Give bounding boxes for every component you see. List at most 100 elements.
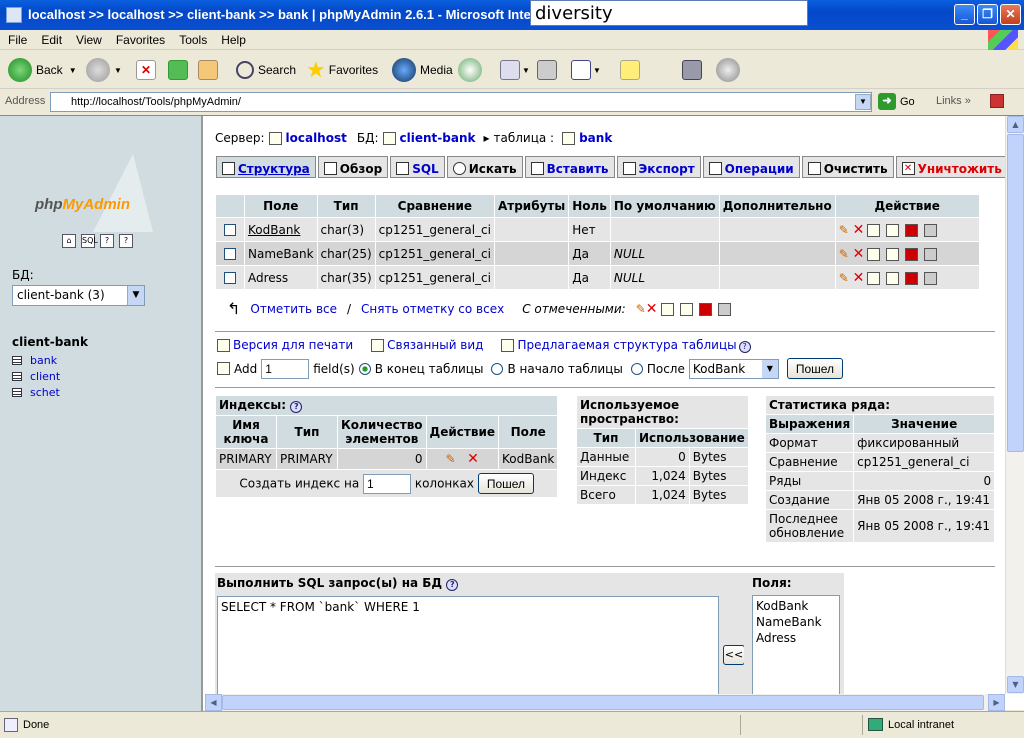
menu-edit[interactable]: Edit [33,30,68,47]
delete-icon[interactable]: ✕ [853,222,865,238]
scroll-thumb[interactable] [1007,134,1024,452]
menu-tools[interactable]: Tools [171,30,213,47]
tab-empty[interactable]: Очистить [801,156,894,178]
index-icon[interactable] [679,302,693,316]
unique-icon[interactable] [698,302,712,316]
close-button[interactable]: ✕ [1000,4,1021,25]
help-icon[interactable]: ? [446,579,459,591]
tab-insert[interactable]: Вставить [524,156,615,178]
tab-export[interactable]: Экспорт [616,156,701,178]
docs-icon[interactable]: ? [119,234,133,248]
media-button[interactable]: Media [392,57,453,83]
check-all-link[interactable]: Отметить все [250,302,337,316]
scroll-left-icon[interactable]: ◀ [205,694,222,711]
fields-list[interactable]: KodBank NameBank Adress [752,595,840,694]
delete-icon[interactable]: ✕ [646,301,658,317]
scroll-up-icon[interactable]: ▲ [1007,116,1024,133]
begin-of-table-radio[interactable] [491,362,504,375]
tab-browse[interactable]: Обзор [317,156,389,178]
index-icon[interactable] [886,247,900,261]
add-field-go-button[interactable]: Пошел [786,358,844,379]
table-item-schet[interactable]: schet [12,384,60,400]
unique-icon[interactable] [905,247,919,261]
maximize-button[interactable]: ❐ [977,4,998,25]
tab-drop[interactable]: ✕ Уничтожить [895,156,1005,178]
help-icon[interactable]: ? [290,401,303,413]
print-view-link[interactable]: Версия для печати [217,338,353,353]
index-icon[interactable] [886,271,900,285]
help-icon[interactable]: ? [100,234,114,248]
after-field-radio[interactable] [630,362,643,375]
home-button[interactable] [198,57,218,83]
edit-pencil-icon[interactable]: ✎ [839,271,849,285]
menu-favorites[interactable]: Favorites [108,30,171,47]
forward-button[interactable]: ▼ [86,57,122,83]
primary-key-icon[interactable] [867,247,881,261]
scroll-right-icon[interactable]: ▶ [988,694,1005,711]
after-field-select[interactable]: KodBank ▼ [688,358,779,379]
menu-file[interactable]: File [0,30,33,47]
tab-sql[interactable]: SQL [390,156,445,178]
help-icon[interactable]: ? [738,341,751,353]
discuss-button[interactable] [620,57,640,83]
delete-icon[interactable]: ✕ [853,270,865,286]
tab-search[interactable]: Искать [446,156,523,178]
index-icon[interactable] [886,223,900,237]
edit-pencil-icon[interactable]: ✎ [839,223,849,237]
messenger-button[interactable] [716,57,744,83]
back-button[interactable]: Back ▼ [8,57,77,83]
list-item[interactable]: NameBank [756,614,836,630]
home-icon[interactable]: ⌂ [62,234,76,248]
fulltext-icon[interactable] [924,247,938,261]
fulltext-icon[interactable] [717,302,731,316]
print-button[interactable] [537,57,557,83]
add-field-count-input[interactable] [261,358,310,379]
server-link[interactable]: localhost [286,131,347,145]
toolbar-extension-icon[interactable] [990,94,1004,108]
propose-structure-link[interactable]: Предлагаемая структура таблицы? [501,338,751,353]
insert-field-button[interactable]: << [723,645,745,665]
edit-pencil-icon[interactable]: ✎ [839,247,849,261]
history-button[interactable] [458,57,486,83]
sql-query-icon[interactable]: SQL [81,234,98,248]
list-item[interactable]: KodBank [756,598,836,614]
edit-pencil-icon[interactable]: ✎ [446,452,456,466]
refresh-button[interactable] [168,57,188,83]
sql-query-textarea[interactable]: SELECT * FROM `bank` WHERE 1 [217,596,719,694]
chevron-down-icon[interactable]: ▼ [855,94,871,110]
create-index-go-button[interactable]: Пошел [477,473,535,494]
tab-structure[interactable]: Структура [216,156,316,178]
vertical-scrollbar[interactable]: ▲ ▼ [1005,116,1024,694]
phpmyadmin-logo[interactable]: phpMyAdmin [35,154,185,234]
mail-button[interactable]: ▼ [500,57,530,83]
edit-pencil-icon[interactable]: ✎ [636,302,646,316]
fulltext-icon[interactable] [924,271,938,285]
go-button[interactable]: ➜ Go [878,93,915,110]
minimize-button[interactable]: _ [954,4,975,25]
links-button[interactable]: Links » [936,95,971,107]
menu-help[interactable]: Help [213,30,252,47]
primary-key-icon[interactable] [867,271,881,285]
fulltext-icon[interactable] [924,223,938,237]
primary-key-icon[interactable] [660,302,674,316]
tab-operations[interactable]: Операции [702,156,800,178]
favorites-button[interactable]: ★ Favorites [306,57,378,83]
db-select[interactable]: client-bank (3) ▼ [12,285,145,306]
delete-icon[interactable]: ✕ [853,246,865,262]
unique-icon[interactable] [905,223,919,237]
unique-icon[interactable] [905,271,919,285]
row-checkbox[interactable] [224,272,236,284]
create-index-count-input[interactable] [363,473,411,494]
database-link[interactable]: client-bank [400,131,476,145]
end-of-table-radio[interactable] [358,362,371,375]
edit-button[interactable]: ▼ [571,57,601,83]
table-item-bank[interactable]: bank [12,352,60,368]
db-title[interactable]: client-bank [12,335,88,349]
menu-view[interactable]: View [68,30,108,47]
research-button[interactable] [682,57,702,83]
primary-key-icon[interactable] [867,223,881,237]
search-button[interactable]: Search [236,57,296,83]
row-checkbox[interactable] [224,224,236,236]
stop-button[interactable]: ✕ [136,57,156,83]
uncheck-all-link[interactable]: Снять отметку со всех [361,302,504,316]
